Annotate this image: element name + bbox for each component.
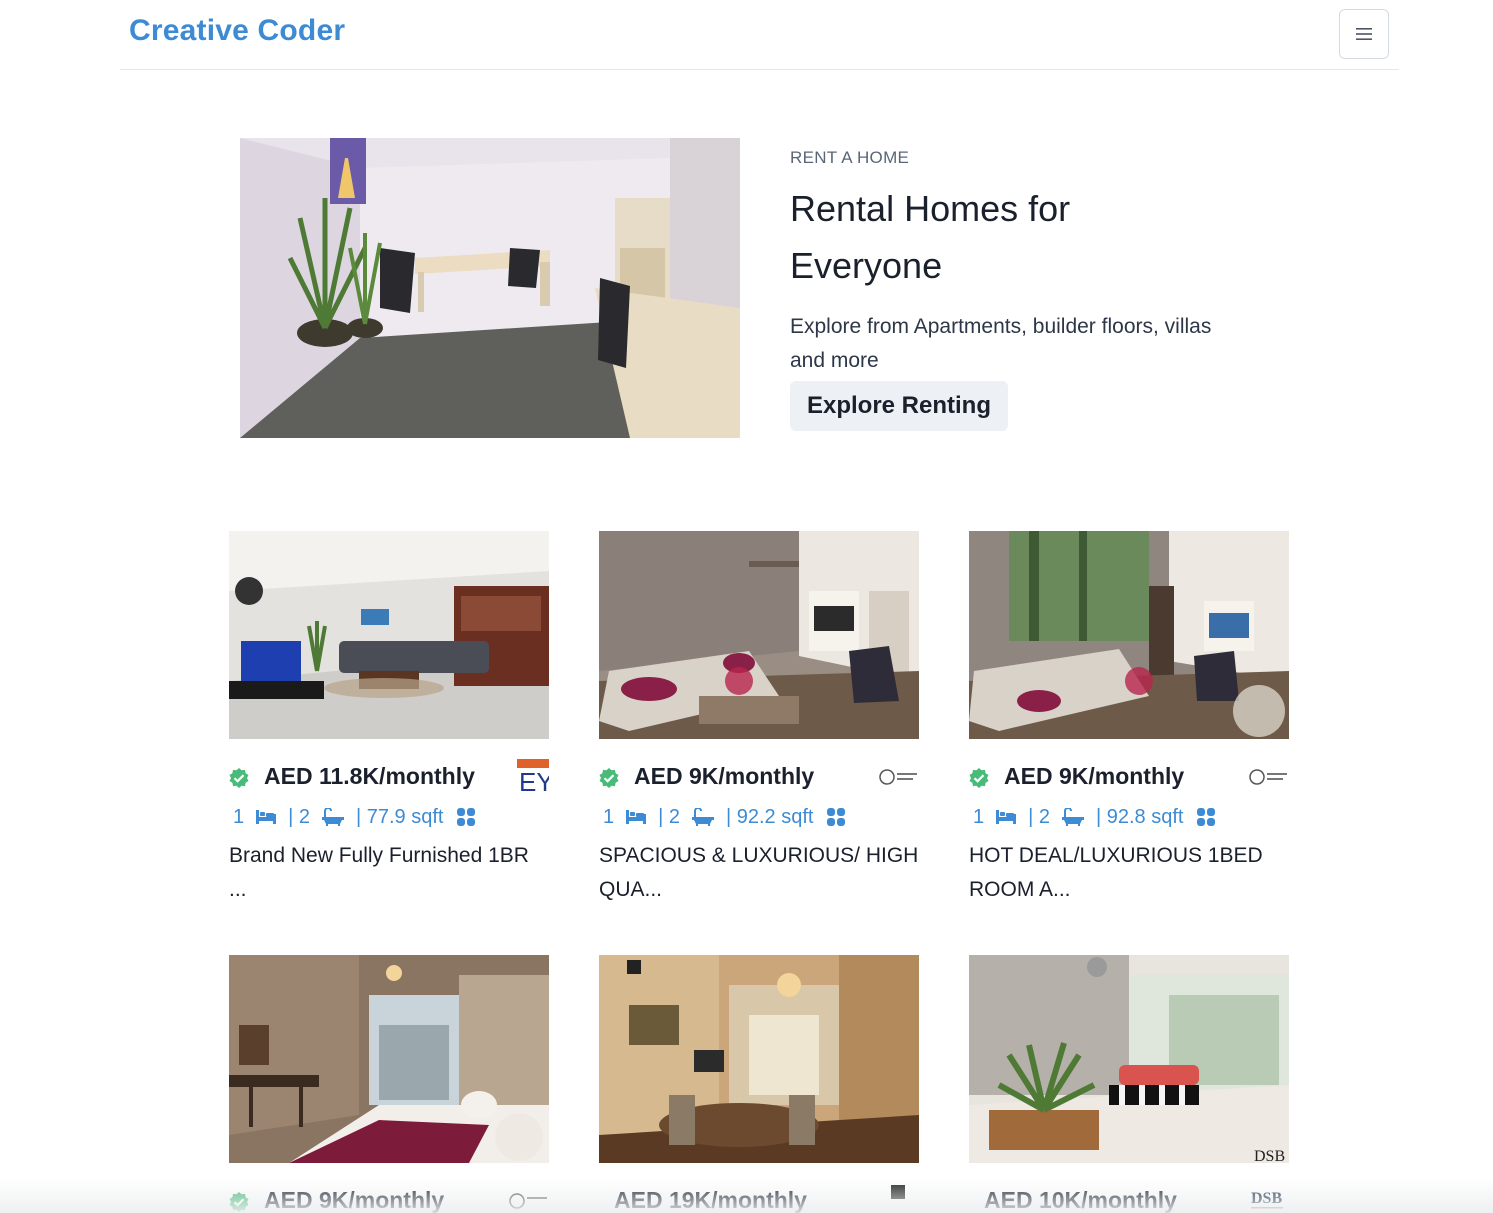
svg-text:DSB: DSB [1254, 1148, 1285, 1163]
agency-logo[interactable] [507, 1183, 549, 1213]
hero-title: Rental Homes for Everyone [790, 188, 1071, 286]
listing-photo[interactable] [229, 955, 549, 1163]
listing-price: AED 9K/monthly [634, 763, 815, 789]
grid-icon [457, 808, 476, 826]
agency-logo[interactable] [1247, 759, 1289, 795]
bath-icon [692, 808, 714, 826]
bath-icon [1062, 808, 1084, 826]
explore-renting-button[interactable]: Explore Renting [790, 381, 1008, 431]
hero-image [240, 138, 740, 438]
bathroom-count: | 2 [288, 805, 310, 828]
grid-icon [1197, 808, 1216, 826]
listing-photo[interactable] [969, 531, 1289, 739]
listing-photo[interactable]: DSB [969, 955, 1289, 1163]
hero-eyebrow: RENT A HOME [790, 148, 910, 167]
agency-logo[interactable] [877, 759, 919, 795]
bedroom-count: 1 [603, 805, 615, 828]
verified-icon [969, 768, 989, 788]
bed-icon [626, 810, 647, 824]
listing-card[interactable]: AED 9K/monthly [229, 955, 549, 1213]
area: | 77.9 sqft [356, 805, 444, 828]
menu-button[interactable] [1339, 9, 1389, 59]
listing-title[interactable]: Brand New Fully Furnished 1BR ... [229, 839, 549, 907]
grid-icon [827, 808, 846, 826]
bedroom-count: 1 [233, 805, 245, 828]
bed-icon [256, 810, 277, 824]
bath-icon [322, 808, 344, 826]
listing-specs: 1 | 2 | 92.8 sqft [969, 799, 1289, 835]
listing-price: AED 9K/monthly [264, 1187, 445, 1213]
listing-photo[interactable] [599, 531, 919, 739]
verified-icon [599, 768, 619, 788]
bathroom-count: | 2 [1028, 805, 1050, 828]
svg-text:DSB: DSB [1251, 1190, 1282, 1207]
listing-specs: 1 | 2 | 77.9 sqft [229, 799, 549, 835]
bedroom-count: 1 [973, 805, 985, 828]
hero-text: RENT A HOME Rental Homes for Everyone Ex… [790, 148, 1260, 378]
agency-logo[interactable]: EY [507, 759, 549, 795]
bathroom-count: | 2 [658, 805, 680, 828]
agency-logo[interactable] [877, 1183, 919, 1213]
listing-photo[interactable] [599, 955, 919, 1163]
brand-logo[interactable]: Creative Coder [129, 14, 345, 48]
listing-card[interactable]: AED 9K/monthly 1 | 2 | 92.8 sqft HOT DEA… [969, 531, 1289, 907]
navbar: Creative Coder [120, 0, 1399, 70]
listing-card[interactable]: DSB AED 10K/monthly DSB [969, 955, 1289, 1213]
area: | 92.8 sqft [1096, 805, 1184, 828]
listing-card[interactable]: AED 11.8K/monthly EY 1 | 2 | 77.9 sqft B… [229, 531, 549, 907]
agency-logo[interactable]: DSB [1247, 1183, 1289, 1213]
listing-card[interactable]: AED 9K/monthly 1 | 2 | 92.2 sqft SPACIOU… [599, 531, 919, 907]
listing-price: AED 11.8K/monthly [264, 763, 475, 789]
bed-icon [996, 810, 1017, 824]
listing-price: AED 10K/monthly [984, 1187, 1177, 1213]
listing-title[interactable]: SPACIOUS & LUXURIOUS/ HIGH QUA... [599, 839, 919, 907]
listing-price: AED 19K/monthly [614, 1187, 807, 1213]
listing-specs: 1 | 2 | 92.2 sqft [599, 799, 919, 835]
area: | 92.2 sqft [726, 805, 814, 828]
verified-icon [229, 768, 249, 788]
svg-text:EY: EY [519, 767, 549, 795]
hero-description: Explore from Apartments, builder floors,… [790, 315, 1212, 372]
verified-icon [229, 1192, 249, 1212]
listing-title[interactable]: HOT DEAL/LUXURIOUS 1BED ROOM A... [969, 839, 1289, 907]
hamburger-icon [1356, 28, 1372, 40]
listing-photo[interactable] [229, 531, 549, 739]
listing-card[interactable]: AED 19K/monthly [599, 955, 919, 1213]
listing-price: AED 9K/monthly [1004, 763, 1185, 789]
